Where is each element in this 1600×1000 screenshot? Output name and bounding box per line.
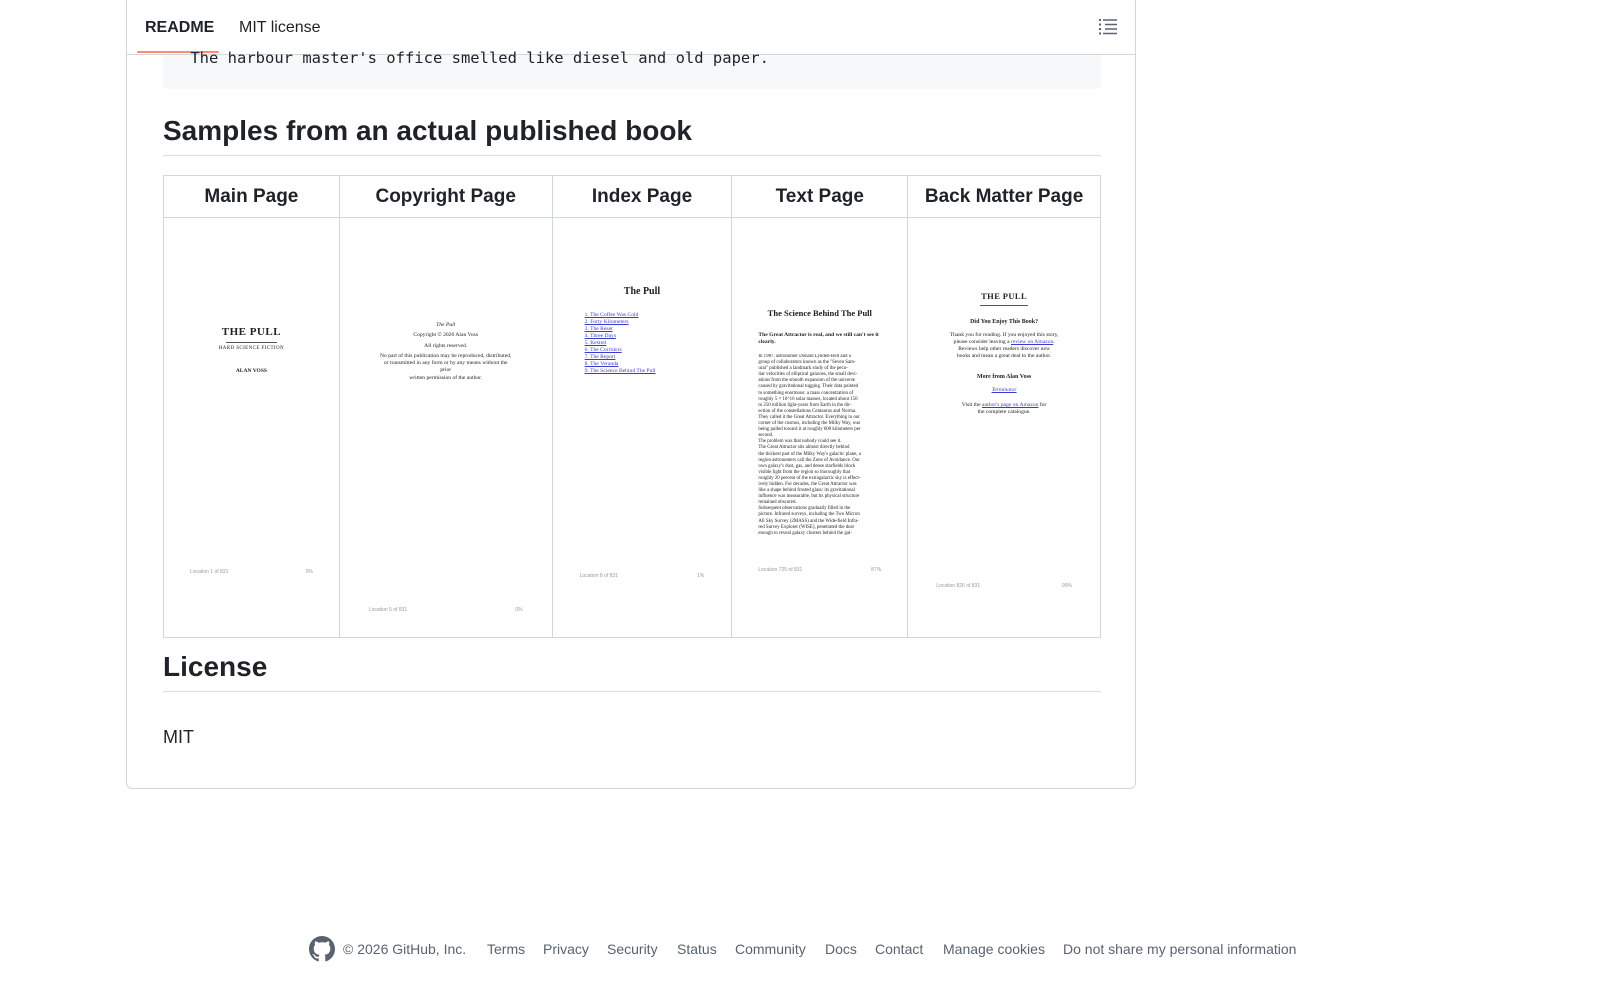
terminator-link[interactable]: Terminator (992, 387, 1017, 393)
code-block: The harbour master's office smelled like… (163, 49, 1101, 89)
main-page-image: THE PULL HARD SCIENCE FICTION ALAN VOSS … (164, 218, 339, 637)
footer-link-status[interactable]: Status (677, 941, 717, 957)
location-label: Location 826 of 831 (936, 583, 981, 589)
visit-paragraph: Visit the author's page on Amazon for th… (961, 402, 1047, 415)
license-divider (163, 691, 1101, 692)
header-main-page: Main Page (163, 175, 340, 218)
rights-line: All rights reserved. (424, 343, 468, 349)
back-title: THE PULL (981, 291, 1028, 301)
text-page-body: In 1987, astronomer Donald Lynden-Bell a… (758, 354, 883, 537)
index-list: 1. The Coffee Was Cold 2. Forty Kilomete… (585, 312, 656, 375)
license-text: MIT (163, 727, 194, 747)
book-subtitle: HARD SCIENCE FICTION (218, 346, 285, 351)
samples-table: Main Page Copyright Page Index Page Text… (163, 175, 1101, 638)
location-label: Location 8 of 831 (579, 573, 618, 579)
readme-container: README MIT license The harbour master's … (126, 0, 1136, 789)
index-item[interactable]: 7. The Report (585, 354, 656, 361)
notice-line-4: written permission of the author. (409, 375, 483, 381)
footer-link-terms[interactable]: Terms (487, 941, 525, 957)
code-line: The harbour master's office smelled like… (181, 49, 769, 67)
header-index-page: Index Page (551, 175, 733, 218)
text-page-image: The Science Behind The Pull The Great At… (732, 218, 907, 637)
index-item[interactable]: 8. The Veranda (585, 361, 656, 368)
review-link[interactable]: review on Amazon (1011, 339, 1053, 345)
location-label: Location 725 of 831 (758, 567, 803, 573)
footer-link-manage-cookies[interactable]: Manage cookies (943, 941, 1045, 957)
review-paragraph: Thank you for reading. If you enjoyed th… (949, 332, 1059, 359)
index-page-cell: The Pull 1. The Coffee Was Cold 2. Forty… (551, 217, 733, 638)
github-logo-icon[interactable] (309, 936, 335, 962)
percent-label: 0% (305, 569, 313, 575)
footer-link-privacy[interactable]: Privacy (543, 941, 589, 957)
index-item[interactable]: 9. The Science Behind The Pull (585, 368, 656, 375)
copyright-line: Copyright © 2026 Alan Voss (413, 332, 479, 338)
text-page-line: enough to reveal galaxy clusters behind … (758, 530, 852, 536)
author-page-link[interactable]: author's page on Amazon (982, 402, 1038, 408)
book-author: ALAN VOSS (235, 368, 267, 374)
text-page-lead: The Great Attractor is real, and we stil… (758, 332, 879, 345)
index-item[interactable]: 2. Forty Kilometers (585, 319, 656, 326)
text-page-cell: The Science Behind The Pull The Great At… (731, 217, 909, 638)
header-back-matter-page: Back Matter Page (907, 175, 1101, 218)
location-label: Location 1 of 831 (190, 569, 229, 575)
copyright-page-image: The Pull Copyright © 2026 Alan Voss All … (340, 218, 552, 637)
footer-link-docs[interactable]: Docs (825, 941, 857, 957)
index-item[interactable]: 4. Three Days (585, 333, 656, 340)
license-heading: License (163, 651, 268, 682)
footer-link-contact[interactable]: Contact (875, 941, 923, 957)
notice-line-2: or transmitted in any form or by any mea… (383, 360, 508, 366)
site-footer: © 2026 GitHub, Inc. Terms Privacy Securi… (0, 934, 1600, 964)
notice-line-3: prior (440, 367, 452, 373)
notice-line-1: No part of this publication may be repro… (379, 353, 512, 359)
header-copyright-page: Copyright Page (338, 175, 553, 218)
index-item[interactable]: 6. The Corridors (585, 347, 656, 354)
tab-readme[interactable]: README (145, 19, 214, 37)
back-title-rule (980, 305, 1028, 306)
footer-link-security[interactable]: Security (607, 941, 658, 957)
book-title: THE PULL (221, 326, 282, 338)
copyright-page-cell: The Pull Copyright © 2026 Alan Voss All … (338, 217, 553, 638)
readme-tab-bar: README MIT license (127, 0, 1135, 55)
tab-mit-license[interactable]: MIT license (239, 19, 321, 37)
index-item[interactable]: 5. Kestrel (585, 340, 656, 347)
footer-copyright: © 2026 GitHub, Inc. (343, 941, 467, 957)
copyright-book-title: The Pull (436, 322, 456, 328)
enjoy-question: Did You Enjoy This Book? (970, 319, 1039, 325)
percent-label: 99% (1061, 583, 1072, 589)
header-text-page: Text Page (731, 175, 909, 218)
samples-heading: Samples from an actual published book (163, 115, 692, 146)
back-matter-page-cell: THE PULL Did You Enjoy This Book? Thank … (907, 217, 1101, 638)
percent-label: 87% (871, 567, 882, 573)
footer-link-do-not-share[interactable]: Do not share my personal information (1063, 941, 1296, 957)
index-page-image: The Pull 1. The Coffee Was Cold 2. Forty… (553, 218, 732, 637)
title-rule (226, 342, 277, 343)
back-matter-page-image: THE PULL Did You Enjoy This Book? Thank … (908, 218, 1100, 637)
main-page-cell: THE PULL HARD SCIENCE FICTION ALAN VOSS … (163, 217, 340, 638)
heading-divider (163, 155, 1101, 156)
more-heading: More from Alan Voss (976, 374, 1032, 380)
index-item[interactable]: 1. The Coffee Was Cold (585, 312, 656, 319)
percent-label: 0% (515, 607, 523, 613)
percent-label: 1% (697, 573, 705, 579)
text-page-title: The Science Behind The Pull (767, 308, 872, 318)
footer-link-community[interactable]: Community (735, 941, 806, 957)
index-title: The Pull (623, 286, 661, 297)
location-label: Location 5 of 831 (368, 607, 408, 613)
outline-list-icon[interactable] (1097, 15, 1119, 37)
index-item[interactable]: 3. The Reset (585, 326, 656, 333)
